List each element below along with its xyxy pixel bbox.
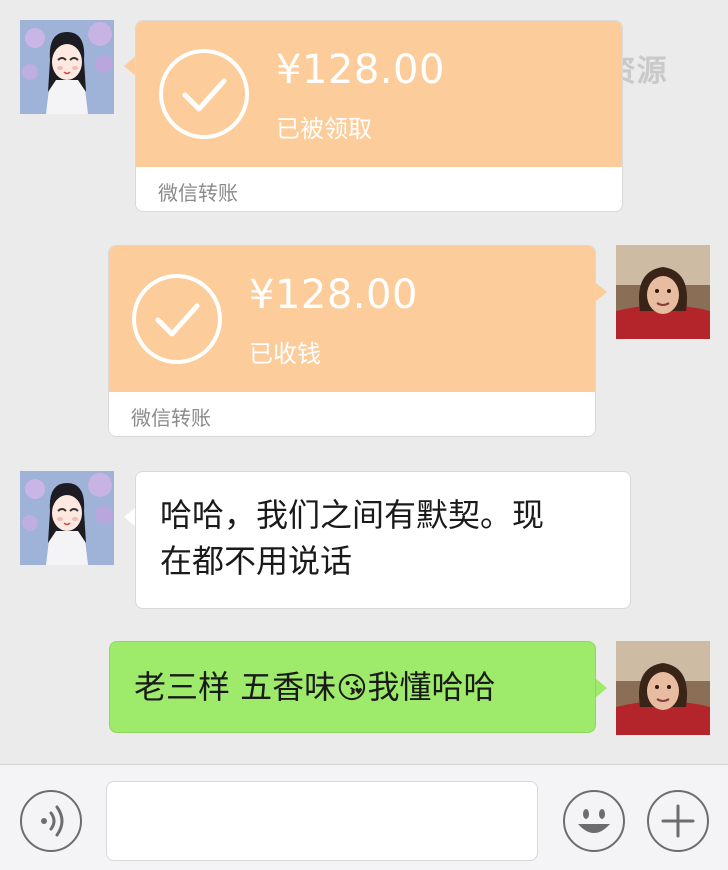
avatar-left-contact[interactable] [20, 471, 114, 565]
voice-icon [41, 805, 64, 837]
transfer-status: 已被领取 [276, 115, 372, 143]
plus-icon [661, 804, 695, 838]
kiss-emoji-icon: 😘 [336, 671, 368, 706]
bubble-tail-right [595, 678, 607, 698]
message-text-line: 哈哈，我们之间有默契。现 [160, 496, 545, 534]
message-bubble-sent[interactable]: 老三样 五香味😘我懂哈哈 [109, 641, 596, 733]
transfer-status: 已收钱 [249, 340, 321, 368]
avatar-self[interactable] [616, 245, 710, 339]
message-text: 老三样 五香味 [134, 668, 337, 706]
message-text-line: 在都不用说话 [160, 542, 353, 580]
smiley-icon [578, 809, 610, 833]
transfer-amount: ¥128.00 [276, 47, 445, 93]
transfer-footer-label: 微信转账 [158, 181, 238, 205]
more-actions-button[interactable] [647, 790, 709, 852]
avatar-left-contact[interactable] [20, 20, 114, 114]
chat-input-bar [0, 764, 728, 870]
message-bubble-received[interactable]: 哈哈，我们之间有默契。现 在都不用说话 [135, 471, 631, 609]
transfer-card-header: ¥128.00 已收钱 [109, 246, 595, 392]
bubble-tail-right [595, 282, 607, 302]
check-circle-icon [132, 274, 222, 364]
transfer-card-header: ¥128.00 已被领取 [136, 21, 622, 167]
message-input[interactable] [106, 781, 538, 861]
transfer-card-received[interactable]: ¥128.00 已被领取 微信转账 [135, 20, 623, 212]
transfer-card-accepted[interactable]: ¥128.00 已收钱 微信转账 [108, 245, 596, 437]
transfer-footer-label: 微信转账 [131, 406, 211, 430]
voice-input-button[interactable] [20, 790, 82, 852]
emoji-button[interactable] [563, 790, 625, 852]
avatar-self[interactable] [616, 641, 710, 735]
check-circle-icon [159, 49, 249, 139]
transfer-amount: ¥128.00 [249, 272, 418, 318]
message-text: 我懂哈哈 [367, 668, 496, 706]
